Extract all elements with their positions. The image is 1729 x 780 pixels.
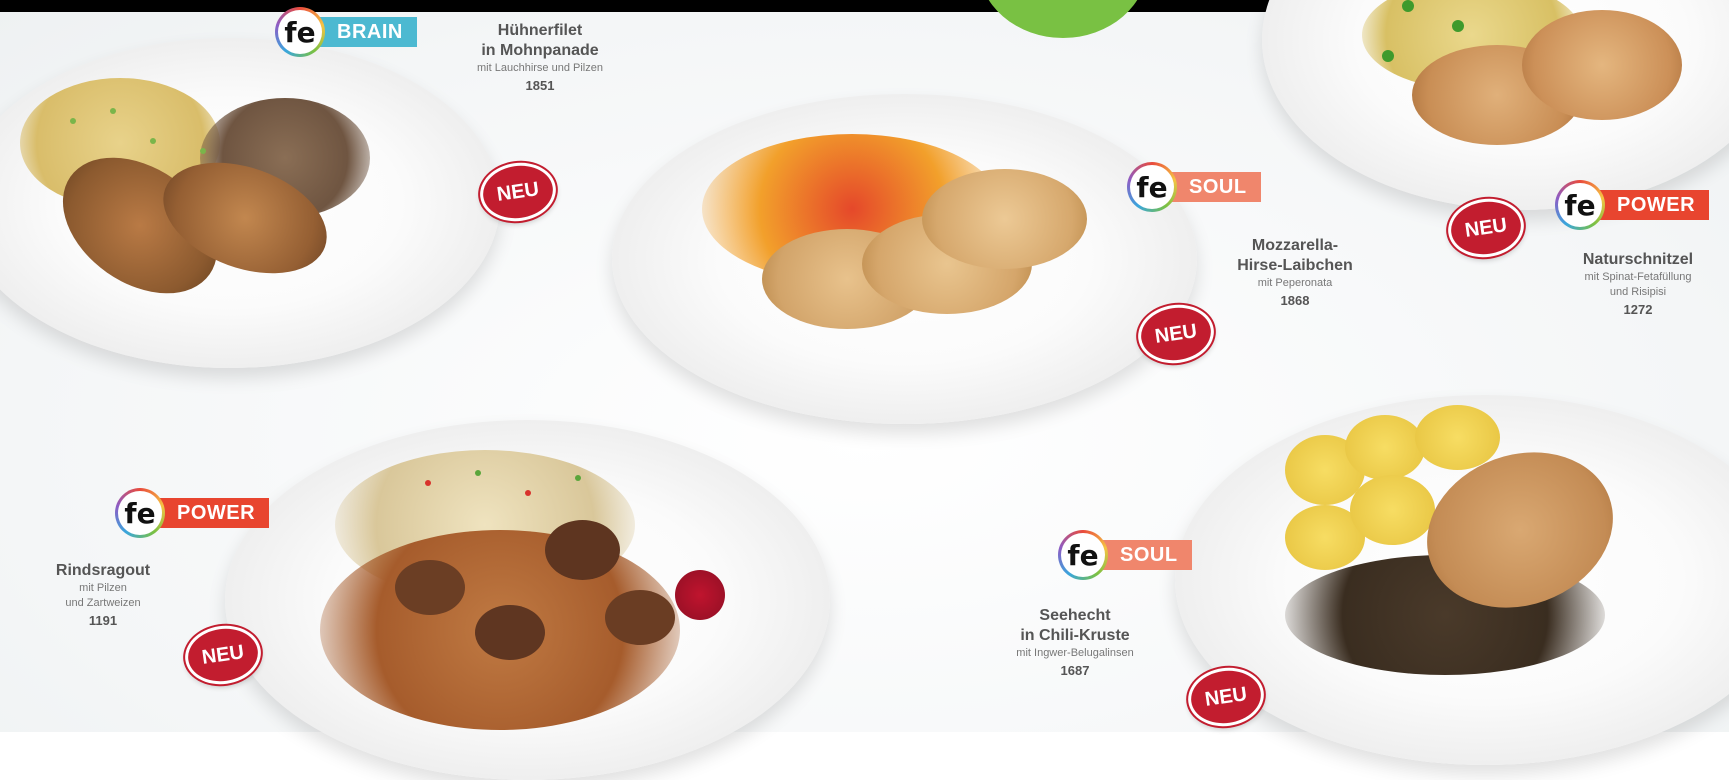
plate-mozzarella-laibchen: [612, 94, 1197, 424]
dish-description: mit Peperonata: [1257, 277, 1333, 289]
fe-logo-icon: fe: [1127, 162, 1177, 212]
dish-number: 1868: [1280, 293, 1310, 308]
dish-name: Rindsragout: [55, 562, 151, 579]
top-black-bar: [0, 0, 1368, 12]
dish-description: mit Ingwer-Belugalinsen: [1016, 647, 1134, 659]
fe-logo-icon: fe: [1058, 530, 1108, 580]
dish-description: mit Lauchhirse und Pilzen: [477, 62, 603, 74]
dish-description-line2: und Risipisi: [1609, 286, 1667, 298]
category-tag: SOUL: [1096, 540, 1192, 570]
dish-number: 1687: [1060, 663, 1090, 678]
dish-label-seehecht: Seehecht in Chili-Kruste mit Ingwer-Belu…: [975, 606, 1175, 680]
category-badge-soul: fe SOUL: [1127, 162, 1261, 212]
category-badge-power: fe POWER: [115, 488, 270, 538]
dish-description: mit Pilzen: [79, 582, 127, 594]
dish-name: Mozzarella-: [1251, 237, 1339, 254]
category-badge-power: fe POWER: [1555, 180, 1710, 230]
category-tag: SOUL: [1165, 172, 1261, 202]
dish-name-line2: Hirse-Laibchen: [1237, 257, 1353, 274]
dish-description-line2: und Zartweizen: [65, 597, 141, 609]
dish-label-huehnerfilet: Hühnerfilet in Mohnpanade mit Lauchhirse…: [440, 21, 640, 95]
dish-name: Hühnerfilet: [497, 22, 583, 39]
dish-name-line2: in Chili-Kruste: [1020, 627, 1130, 644]
dish-name: Seehecht: [1039, 607, 1111, 624]
category-tag: POWER: [153, 498, 270, 528]
dish-number: 1191: [88, 613, 118, 628]
category-badge-brain: fe BRAIN: [275, 7, 417, 57]
dish-name-line2: in Mohnpanade: [481, 42, 599, 59]
fe-logo-icon: fe: [275, 7, 325, 57]
category-badge-soul: fe SOUL: [1058, 530, 1192, 580]
dish-label-mozzarella: Mozzarella- Hirse-Laibchen mit Peperonat…: [1195, 236, 1395, 310]
dish-description: mit Spinat-Fetafüllung: [1584, 271, 1692, 283]
dish-name: Naturschnitzel: [1582, 251, 1694, 268]
plate-rindsragout: [225, 420, 830, 780]
dish-label-naturschnitzel: Naturschnitzel mit Spinat-Fetafüllung un…: [1538, 250, 1729, 319]
category-tag: BRAIN: [313, 17, 417, 47]
fe-logo-icon: fe: [1555, 180, 1605, 230]
dish-number: 1851: [525, 78, 555, 93]
category-tag: POWER: [1593, 190, 1710, 220]
dish-number: 1272: [1623, 302, 1653, 317]
fe-logo-icon: fe: [115, 488, 165, 538]
dish-label-rindsragout: Rindsragout mit Pilzen und Zartweizen 11…: [3, 561, 203, 630]
